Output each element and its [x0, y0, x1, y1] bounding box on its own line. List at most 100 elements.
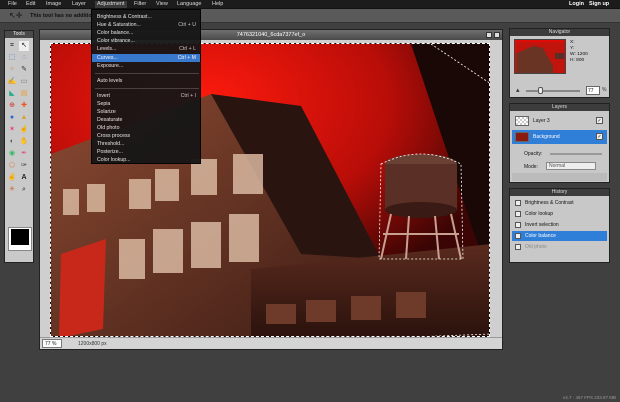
history-step-icon — [515, 211, 521, 217]
text-tool-icon[interactable]: A — [19, 173, 29, 183]
close-icon[interactable] — [494, 32, 500, 38]
layers-title: Layers — [510, 104, 609, 111]
menu-item-desaturate[interactable]: Desaturate — [92, 116, 200, 124]
menu-item-auto-levels[interactable]: Auto levels — [92, 77, 200, 85]
navigator-thumbnail[interactable] — [514, 39, 566, 74]
menu-help[interactable]: Help — [212, 1, 223, 8]
document-status-bar: 77 % 1200x800 px — [40, 337, 502, 349]
tools-panel-title: Tools — [5, 31, 33, 38]
history-step-icon — [515, 233, 521, 239]
navigator-title: Navigator — [510, 29, 609, 36]
history-item[interactable]: Old photo — [512, 242, 607, 252]
navigator-preview — [515, 40, 565, 73]
menu-item-color-lookup[interactable]: Color lookup... — [92, 156, 200, 164]
maximize-icon[interactable] — [486, 32, 492, 38]
navigator-zoom-slider[interactable] — [526, 90, 580, 92]
navigator-info: X: Y: W: 1200 H: 800 — [570, 40, 588, 63]
sponge-tool-icon[interactable]: ✶ — [7, 125, 17, 135]
lasso-tool-icon[interactable]: ◌ — [19, 53, 29, 63]
menu-filter[interactable]: Filter — [134, 1, 146, 8]
history-item[interactable]: Color lookup — [512, 209, 607, 219]
tools-panel: Tools ⌗ ↖ ⬚ ◌ ✧ ✎ ✍ ▭ ◣ ▤ ⊕ ✚ ● ▲ ✶ ☝ ◐ … — [4, 30, 34, 263]
sharpen-tool-icon[interactable]: ▲ — [19, 113, 29, 123]
heal-tool-icon[interactable]: ✚ — [19, 101, 29, 111]
menu-separator — [95, 73, 199, 74]
blur-tool-icon[interactable]: ● — [7, 113, 17, 123]
bucket-tool-icon[interactable]: ◣ — [7, 89, 17, 99]
hand-tool-icon[interactable]: ✌ — [7, 173, 17, 183]
menu-item-threshold[interactable]: Threshold... — [92, 140, 200, 148]
layer-buttons-bar — [512, 173, 607, 181]
menu-layer[interactable]: Layer — [72, 1, 86, 8]
pen-tool-icon[interactable]: ✑ — [19, 161, 29, 171]
mode-label: Mode: — [524, 164, 538, 170]
document-title: 7476321040_6cda7377ef_o — [236, 32, 306, 38]
history-panel: History Brightness & Contrast Color look… — [509, 188, 610, 263]
pencil-tool-icon[interactable]: ✎ — [19, 65, 29, 75]
navigator-zoom-row: ▴ 77 % — [514, 86, 606, 95]
menu-adjustment[interactable]: Adjustment — [95, 1, 127, 8]
zoom-tool-icon[interactable]: ⌕ — [19, 185, 29, 195]
visibility-checkbox[interactable]: ✓ — [596, 117, 603, 124]
menu-item-exposure[interactable]: Exposure... — [92, 62, 200, 70]
colorpicker-tool-icon[interactable]: ✒ — [19, 149, 29, 159]
menu-item-curves[interactable]: Curves... Ctrl + M — [92, 54, 200, 62]
menu-item-posterize[interactable]: Posterize... — [92, 148, 200, 156]
document-dimensions: 1200x800 px — [78, 341, 107, 347]
menu-item-old-photo[interactable]: Old photo — [92, 124, 200, 132]
dodge-tool-icon[interactable]: ◐ — [7, 137, 17, 147]
navigator-zoom-knob[interactable] — [538, 87, 543, 94]
menu-bar: File Edit Image Layer Adjustment Filter … — [0, 0, 620, 9]
layer-thumbnail — [515, 132, 529, 142]
menu-item-invert[interactable]: Invert Ctrl + I — [92, 92, 200, 100]
layer-thumbnail — [515, 116, 529, 126]
history-item[interactable]: Brightness & Contrast — [512, 198, 607, 208]
shape-tool-icon[interactable]: ⬠ — [7, 161, 17, 171]
document-zoom-input[interactable]: 77 % — [42, 339, 62, 348]
menu-item-solarize[interactable]: Solarize — [92, 108, 200, 116]
menu-file[interactable]: File — [8, 1, 17, 8]
layer-row-background[interactable]: Background ✓ — [512, 130, 607, 144]
visibility-checkbox[interactable]: ✓ — [596, 133, 603, 140]
crop-tool-icon[interactable]: ⌗ — [7, 41, 17, 51]
redeye-tool-icon[interactable]: ◉ — [7, 149, 17, 159]
wand-tool-icon[interactable]: ✧ — [7, 65, 17, 75]
menu-item-color-balance[interactable]: Color balance... — [92, 29, 200, 37]
menu-image[interactable]: Image — [46, 1, 61, 8]
foreground-color-swatch[interactable] — [11, 229, 29, 245]
brush-tool-icon[interactable]: ✍ — [7, 77, 17, 87]
layers-panel: Layers Layer 3 ✓ Background ✓ Opacity: M… — [509, 103, 610, 183]
menu-item-cross-process[interactable]: Cross process — [92, 132, 200, 140]
menu-item-levels[interactable]: Levels... Ctrl + L — [92, 45, 200, 53]
status-footer: v4.7 · 467 FPS 233.87 MB — [562, 395, 616, 400]
login-link[interactable]: Login — [569, 1, 584, 8]
history-item[interactable]: Color balance — [512, 231, 607, 241]
marquee-tool-icon[interactable]: ⬚ — [7, 53, 17, 63]
menu-item-color-vibrance[interactable]: Color vibrance... — [92, 37, 200, 45]
menu-item-sepia[interactable]: Sepia — [92, 100, 200, 108]
opacity-label: Opacity: — [524, 151, 543, 157]
navigator-zoom-input[interactable]: 77 — [586, 86, 600, 95]
clone-tool-icon[interactable]: ⊕ — [7, 101, 17, 111]
menu-item-brightness-contrast[interactable]: Brightness & Contrast... — [92, 13, 200, 21]
zoom-out-icon[interactable]: ▴ — [516, 86, 520, 95]
move-tool-icon: ↖✛ — [9, 11, 23, 20]
menu-item-hue-saturation[interactable]: Hue & Saturation... Ctrl + U — [92, 21, 200, 29]
menu-edit[interactable]: Edit — [26, 1, 35, 8]
menu-view[interactable]: View — [156, 1, 168, 8]
move-tool-icon[interactable]: ↖ — [19, 41, 29, 51]
menu-language[interactable]: Language — [177, 1, 201, 8]
history-step-icon — [515, 200, 521, 206]
layer-row-layer-3[interactable]: Layer 3 ✓ — [512, 114, 607, 128]
navigator-zoom-unit: % — [602, 87, 607, 93]
history-item[interactable]: Invert selection — [512, 220, 607, 230]
burn-tool-icon[interactable]: ✋ — [19, 137, 29, 147]
history-step-icon — [515, 244, 521, 250]
liquify-tool-icon[interactable]: ☀ — [7, 185, 17, 195]
eraser-tool-icon[interactable]: ▭ — [19, 77, 29, 87]
smudge-tool-icon[interactable]: ☝ — [19, 125, 29, 135]
signup-link[interactable]: Sign up — [589, 1, 609, 8]
blend-mode-select[interactable]: Normal — [546, 162, 596, 170]
opacity-slider[interactable] — [550, 153, 602, 155]
gradient-tool-icon[interactable]: ▤ — [19, 89, 29, 99]
